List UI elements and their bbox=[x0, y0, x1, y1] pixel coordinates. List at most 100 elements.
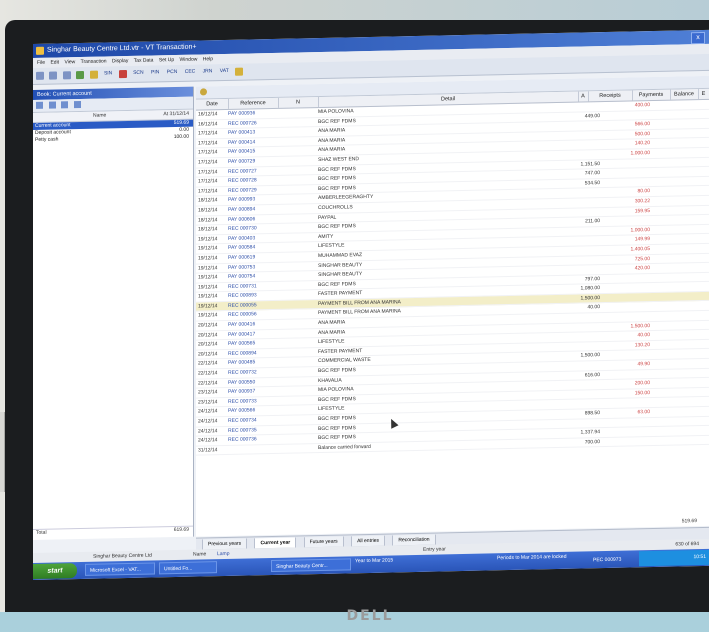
row-date: 18/12/14 bbox=[198, 197, 218, 204]
row-reference: PAY 000937 bbox=[228, 388, 256, 396]
transaction-panel: Date Reference N Detail A Receipts Payme… bbox=[196, 75, 709, 537]
menu-window[interactable]: Window bbox=[180, 57, 198, 63]
menu-file[interactable]: File bbox=[37, 60, 45, 66]
row-date: 20/12/14 bbox=[198, 322, 218, 329]
credit-icon[interactable] bbox=[118, 70, 127, 79]
row-reference: REC 000893 bbox=[228, 292, 257, 300]
col-payments[interactable]: Payments bbox=[632, 89, 671, 101]
row-payments: 149.99 bbox=[634, 236, 650, 243]
row-payments bbox=[602, 370, 650, 371]
money-icon[interactable] bbox=[76, 70, 85, 80]
add-icon[interactable] bbox=[36, 101, 43, 109]
folder-icon[interactable] bbox=[89, 70, 98, 79]
toolbar-pcn[interactable]: PCN bbox=[166, 68, 179, 77]
menu-tax-data[interactable]: Tax Data bbox=[134, 57, 154, 63]
row-payments bbox=[602, 351, 650, 352]
row-payments bbox=[602, 427, 650, 428]
row-date: 24/12/14 bbox=[198, 418, 218, 425]
row-reference: REC 000732 bbox=[228, 369, 257, 376]
row-date: 17/12/14 bbox=[198, 139, 218, 147]
menu-transaction[interactable]: Transaction bbox=[81, 58, 107, 65]
row-reference: REC 000736 bbox=[228, 436, 257, 444]
task-excel[interactable]: Microsoft Excel - VAT... bbox=[85, 562, 155, 576]
row-reference: PAY 000415 bbox=[228, 148, 256, 156]
row-payments: 1,500.00 bbox=[630, 322, 650, 330]
lightbulb-icon[interactable] bbox=[200, 88, 207, 96]
row-reference: REC 000733 bbox=[228, 398, 257, 405]
status-ref: PEC 000973 bbox=[593, 556, 622, 564]
row-reference: PAY 000413 bbox=[228, 129, 256, 137]
row-reference: REC 000894 bbox=[228, 350, 257, 357]
col-date[interactable]: At 31/12/14 bbox=[163, 110, 189, 120]
row-reference: REC 000056 bbox=[228, 311, 257, 319]
open-icon[interactable] bbox=[49, 71, 58, 80]
row-reference: REC 000730 bbox=[228, 225, 257, 233]
row-date: 19/12/14 bbox=[198, 235, 218, 243]
toolbar-vat[interactable]: VAT bbox=[219, 67, 230, 76]
row-reference: PAY 000485 bbox=[228, 359, 256, 367]
toolbar-pin[interactable]: PIN bbox=[150, 68, 160, 77]
row-payments: 1,000.00 bbox=[630, 226, 650, 234]
row-reference: PAY 000403 bbox=[228, 235, 256, 242]
arrow-down-icon[interactable] bbox=[74, 100, 82, 109]
task-untitled[interactable]: Untitled Fo... bbox=[159, 561, 217, 575]
row-date: 18/12/14 bbox=[198, 226, 218, 233]
menu-display[interactable]: Display bbox=[112, 58, 128, 64]
close-button[interactable]: x bbox=[691, 31, 705, 45]
transaction-rows: 16/12/14 PAY 000936 MIA POLOVINA 400.00 16/1… bbox=[196, 99, 709, 456]
menu-edit[interactable]: Edit bbox=[50, 59, 59, 65]
row-reference: PAY 000566 bbox=[228, 407, 256, 415]
row-reference: REC 000734 bbox=[228, 417, 257, 424]
row-date: 18/12/14 bbox=[198, 207, 218, 214]
print-icon[interactable] bbox=[62, 71, 71, 80]
col-date[interactable]: Date bbox=[196, 98, 229, 110]
row-payments: 1,400.05 bbox=[630, 245, 650, 253]
edit-icon[interactable] bbox=[48, 101, 56, 109]
window-title: Singhar Beauty Centre Ltd.vtr - VT Trans… bbox=[47, 43, 197, 54]
status-count: 630 of 694 bbox=[675, 541, 699, 548]
row-reference bbox=[228, 445, 282, 446]
toolbar-cec[interactable]: CEC bbox=[184, 68, 197, 77]
col-name[interactable]: Name bbox=[93, 111, 106, 120]
row-date: 18/12/14 bbox=[198, 216, 218, 224]
help-icon[interactable] bbox=[235, 67, 244, 76]
row-date: 19/12/14 bbox=[198, 312, 218, 320]
row-payments: 566.00 bbox=[634, 121, 650, 128]
row-payments bbox=[602, 283, 650, 284]
menu-set-up[interactable]: Set Up bbox=[159, 57, 174, 63]
toolbar-jrn[interactable]: JRN bbox=[202, 67, 214, 76]
toolbar-sin[interactable]: SIN bbox=[103, 69, 113, 78]
start-button[interactable]: start bbox=[33, 563, 77, 579]
row-reference: PAY 000584 bbox=[228, 244, 256, 252]
system-tray: 10:51 bbox=[639, 549, 709, 567]
row-reference: PAY 000606 bbox=[228, 215, 256, 223]
total-label: Total bbox=[36, 529, 47, 536]
col-balance[interactable]: Balance bbox=[670, 89, 699, 100]
row-reference: PAY 000936 bbox=[228, 110, 256, 117]
row-payments bbox=[602, 159, 650, 160]
name-value[interactable]: Lamp bbox=[217, 549, 230, 559]
row-date: 19/12/14 bbox=[198, 264, 218, 272]
row-reference: REC 000727 bbox=[228, 167, 257, 175]
row-date: 31/12/14 bbox=[198, 446, 218, 454]
col-reference[interactable]: Reference bbox=[228, 97, 279, 109]
task-singhar[interactable]: Singhar Beauty Centr... bbox=[271, 558, 351, 573]
menu-help[interactable]: Help bbox=[203, 56, 213, 62]
col-n[interactable]: N bbox=[278, 97, 319, 108]
menu-view[interactable]: View bbox=[64, 59, 75, 65]
toolbar-scn[interactable]: SCN bbox=[132, 69, 145, 78]
clock: 10:51 bbox=[693, 553, 706, 561]
row-date: 22/12/14 bbox=[198, 379, 218, 387]
row-date: 19/12/14 bbox=[198, 274, 218, 281]
row-payments: 300.22 bbox=[634, 198, 650, 205]
col-receipts[interactable]: Receipts bbox=[588, 90, 633, 102]
row-payments: 130.20 bbox=[634, 341, 650, 349]
row-date: 19/12/14 bbox=[198, 303, 218, 310]
col-e[interactable]: E bbox=[698, 88, 709, 100]
new-icon[interactable] bbox=[36, 71, 44, 80]
row-date: 23/12/14 bbox=[198, 389, 218, 396]
row-payments: 150.00 bbox=[634, 389, 650, 397]
arrow-up-icon[interactable] bbox=[61, 101, 69, 109]
row-reference: PAY 000993 bbox=[228, 196, 256, 204]
row-payments bbox=[602, 216, 650, 217]
